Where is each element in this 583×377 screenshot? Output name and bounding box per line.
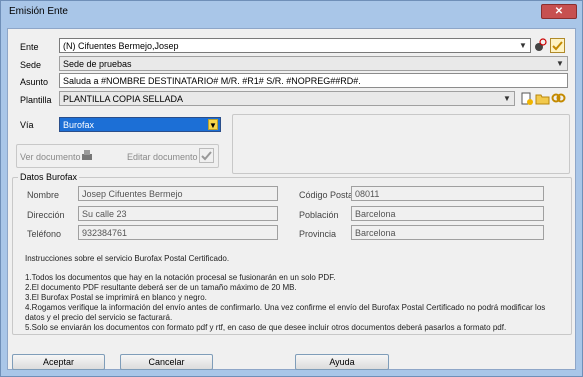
via-label: Vía <box>20 120 34 130</box>
ente-value: (N) Cifuentes Bermejo,Josep <box>63 41 179 51</box>
key-icon[interactable] <box>551 91 566 106</box>
cancelar-button[interactable]: Cancelar <box>120 354 213 370</box>
instructions-heading: Instrucciones sobre el servicio Burofax … <box>25 254 230 263</box>
direccion-field[interactable]: Su calle 23 <box>78 206 278 221</box>
nombre-field[interactable]: Josep Cifuentes Bermejo <box>78 186 278 201</box>
via-combo[interactable]: Burofax ▼ <box>59 117 221 132</box>
instruction-line-4: 4.Rogamos verifique la información del e… <box>25 303 546 312</box>
sede-value: Sede de pruebas <box>63 59 132 69</box>
view-document-icon[interactable] <box>80 148 95 163</box>
editar-documento-button[interactable]: Editar documento <box>127 152 198 162</box>
provincia-field[interactable]: Barcelona <box>351 225 544 240</box>
sede-combo[interactable]: Sede de pruebas ▼ <box>59 56 568 71</box>
instruction-line-4b: datos y el precio del servicio se factur… <box>25 313 173 322</box>
codigo-postal-field[interactable]: 08011 <box>351 186 544 201</box>
nombre-label: Nombre <box>27 190 60 200</box>
dialog-window: Emisión Ente ✕ Ente (N) Cifuentes Bermej… <box>0 0 583 377</box>
aceptar-button[interactable]: Aceptar <box>12 354 105 370</box>
close-icon: ✕ <box>554 6 564 17</box>
open-folder-icon[interactable] <box>535 91 550 106</box>
ayuda-button[interactable]: Ayuda <box>295 354 389 370</box>
title-bar[interactable]: Emisión Ente ✕ <box>1 1 582 23</box>
direccion-label: Dirección <box>27 210 65 220</box>
window-title: Emisión Ente <box>9 6 68 17</box>
asunto-label: Asunto <box>20 77 49 87</box>
poblacion-label: Población <box>299 210 339 220</box>
instruction-line-2: 2.El documento PDF resultante deberá ser… <box>25 283 297 292</box>
instruction-line-3: 3.El Burofax Postal se imprimirá en blan… <box>25 293 207 302</box>
telefono-field[interactable]: 932384761 <box>78 225 278 240</box>
plantilla-label: Plantilla <box>20 95 52 105</box>
provincia-label: Provincia <box>299 229 337 239</box>
chevron-down-icon[interactable]: ▼ <box>208 119 218 130</box>
plantilla-combo[interactable]: PLANTILLA COPIA SELLADA ▼ <box>59 91 515 106</box>
chevron-down-icon[interactable]: ▼ <box>555 58 565 69</box>
codigo-postal-label: Código Postal <box>299 190 356 200</box>
sede-label: Sede <box>20 60 42 70</box>
datos-burofax-legend: Datos Burofax <box>18 172 80 182</box>
ente-label: Ente <box>20 42 39 52</box>
via-detail-panel <box>232 114 570 174</box>
chevron-down-icon[interactable]: ▼ <box>518 40 528 51</box>
edit-check-icon[interactable] <box>550 38 565 53</box>
instruction-line-1: 1.Todos los documentos que hay en la not… <box>25 273 336 282</box>
close-button[interactable]: ✕ <box>541 4 577 19</box>
via-value: Burofax <box>63 120 95 130</box>
instruction-line-5: 5.Solo se enviarán los documentos con fo… <box>25 323 507 332</box>
edit-document-icon[interactable] <box>199 148 214 163</box>
new-document-icon[interactable] <box>519 91 534 106</box>
search-person-icon[interactable] <box>533 38 548 53</box>
chevron-down-icon[interactable]: ▼ <box>502 93 512 104</box>
telefono-label: Teléfono <box>27 229 62 239</box>
ente-combo[interactable]: (N) Cifuentes Bermejo,Josep ▼ <box>59 38 531 53</box>
poblacion-field[interactable]: Barcelona <box>351 206 544 221</box>
ver-documento-button[interactable]: Ver documento <box>20 152 81 162</box>
asunto-input[interactable]: Saluda a #NOMBRE DESTINATARIO# M/R. #R1#… <box>59 73 568 88</box>
plantilla-value: PLANTILLA COPIA SELLADA <box>63 94 184 104</box>
dialog-body: Ente (N) Cifuentes Bermejo,Josep ▼ Sede … <box>7 28 576 370</box>
